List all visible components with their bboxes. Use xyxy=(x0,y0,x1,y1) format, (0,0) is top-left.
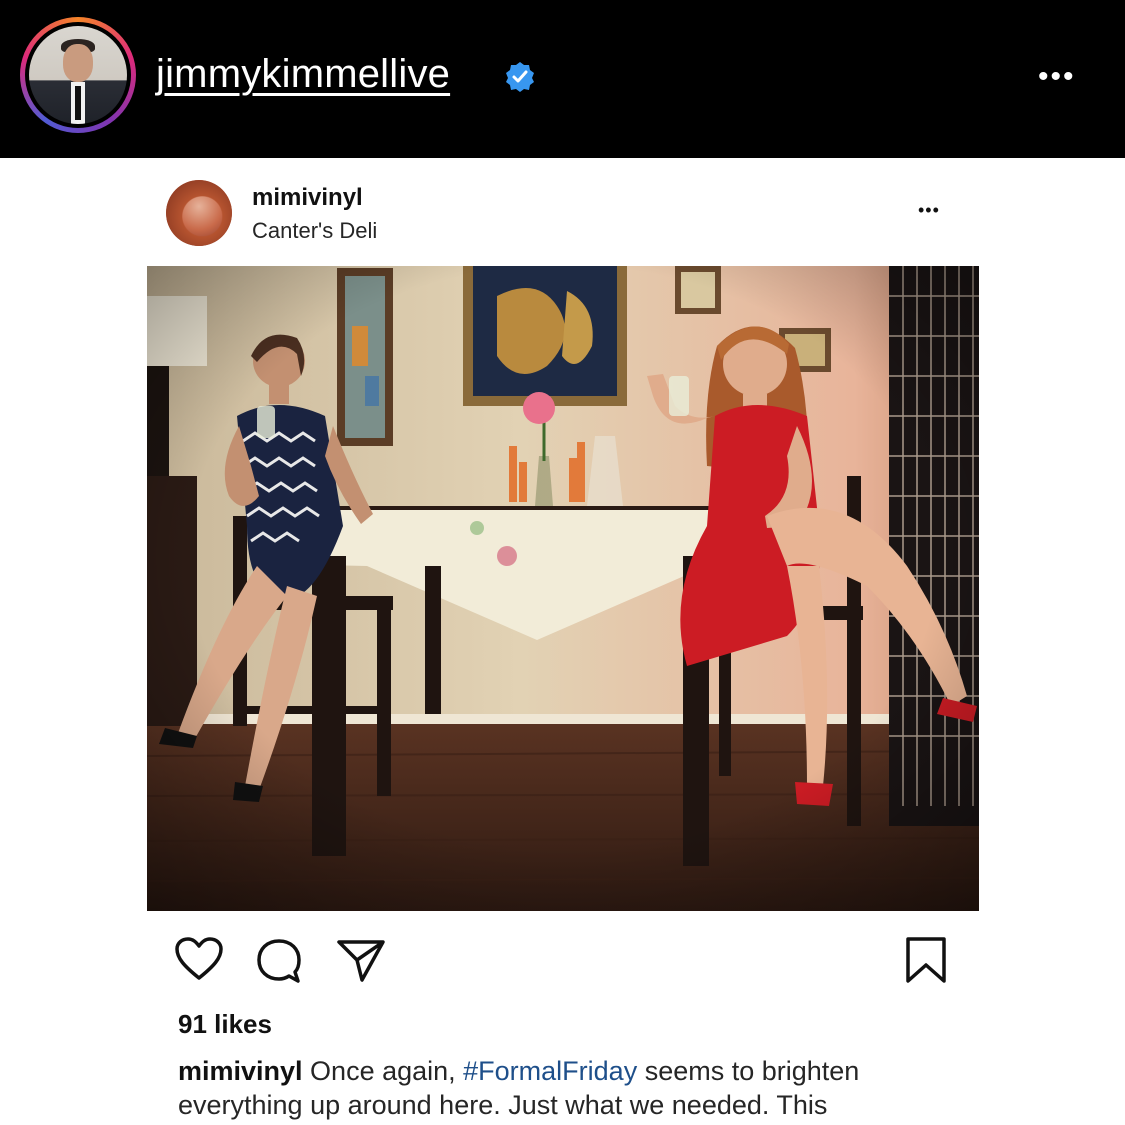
paper-plane-icon[interactable] xyxy=(336,937,386,983)
caption-username[interactable]: mimivinyl xyxy=(178,1056,303,1086)
heart-icon[interactable] xyxy=(174,936,224,982)
hashtag-link[interactable]: #FormalFriday xyxy=(463,1056,637,1086)
post-caption: mimivinyl Once again, #FormalFriday seem… xyxy=(178,1054,938,1122)
bookmark-icon[interactable] xyxy=(903,935,949,985)
post-location[interactable]: Canter's Deli xyxy=(252,218,377,244)
post-author-username[interactable]: mimivinyl xyxy=(252,184,363,212)
caption-text: Once again, xyxy=(302,1056,464,1086)
post-author-avatar[interactable] xyxy=(166,180,232,246)
profile-avatar[interactable] xyxy=(25,22,131,128)
verified-badge-icon xyxy=(506,62,534,92)
post-more-options-icon[interactable]: ••• xyxy=(918,200,940,221)
profile-header-bar: jimmykimmellive ••• xyxy=(0,0,1125,158)
story-ring[interactable] xyxy=(20,17,136,133)
comment-bubble-icon[interactable] xyxy=(254,937,304,985)
post-photo[interactable] xyxy=(147,266,979,911)
avatar-photo xyxy=(29,26,127,124)
account-name-link[interactable]: jimmykimmellive xyxy=(156,52,450,97)
likes-count[interactable]: 91 likes xyxy=(178,1009,272,1040)
more-options-icon[interactable]: ••• xyxy=(1038,62,1076,92)
